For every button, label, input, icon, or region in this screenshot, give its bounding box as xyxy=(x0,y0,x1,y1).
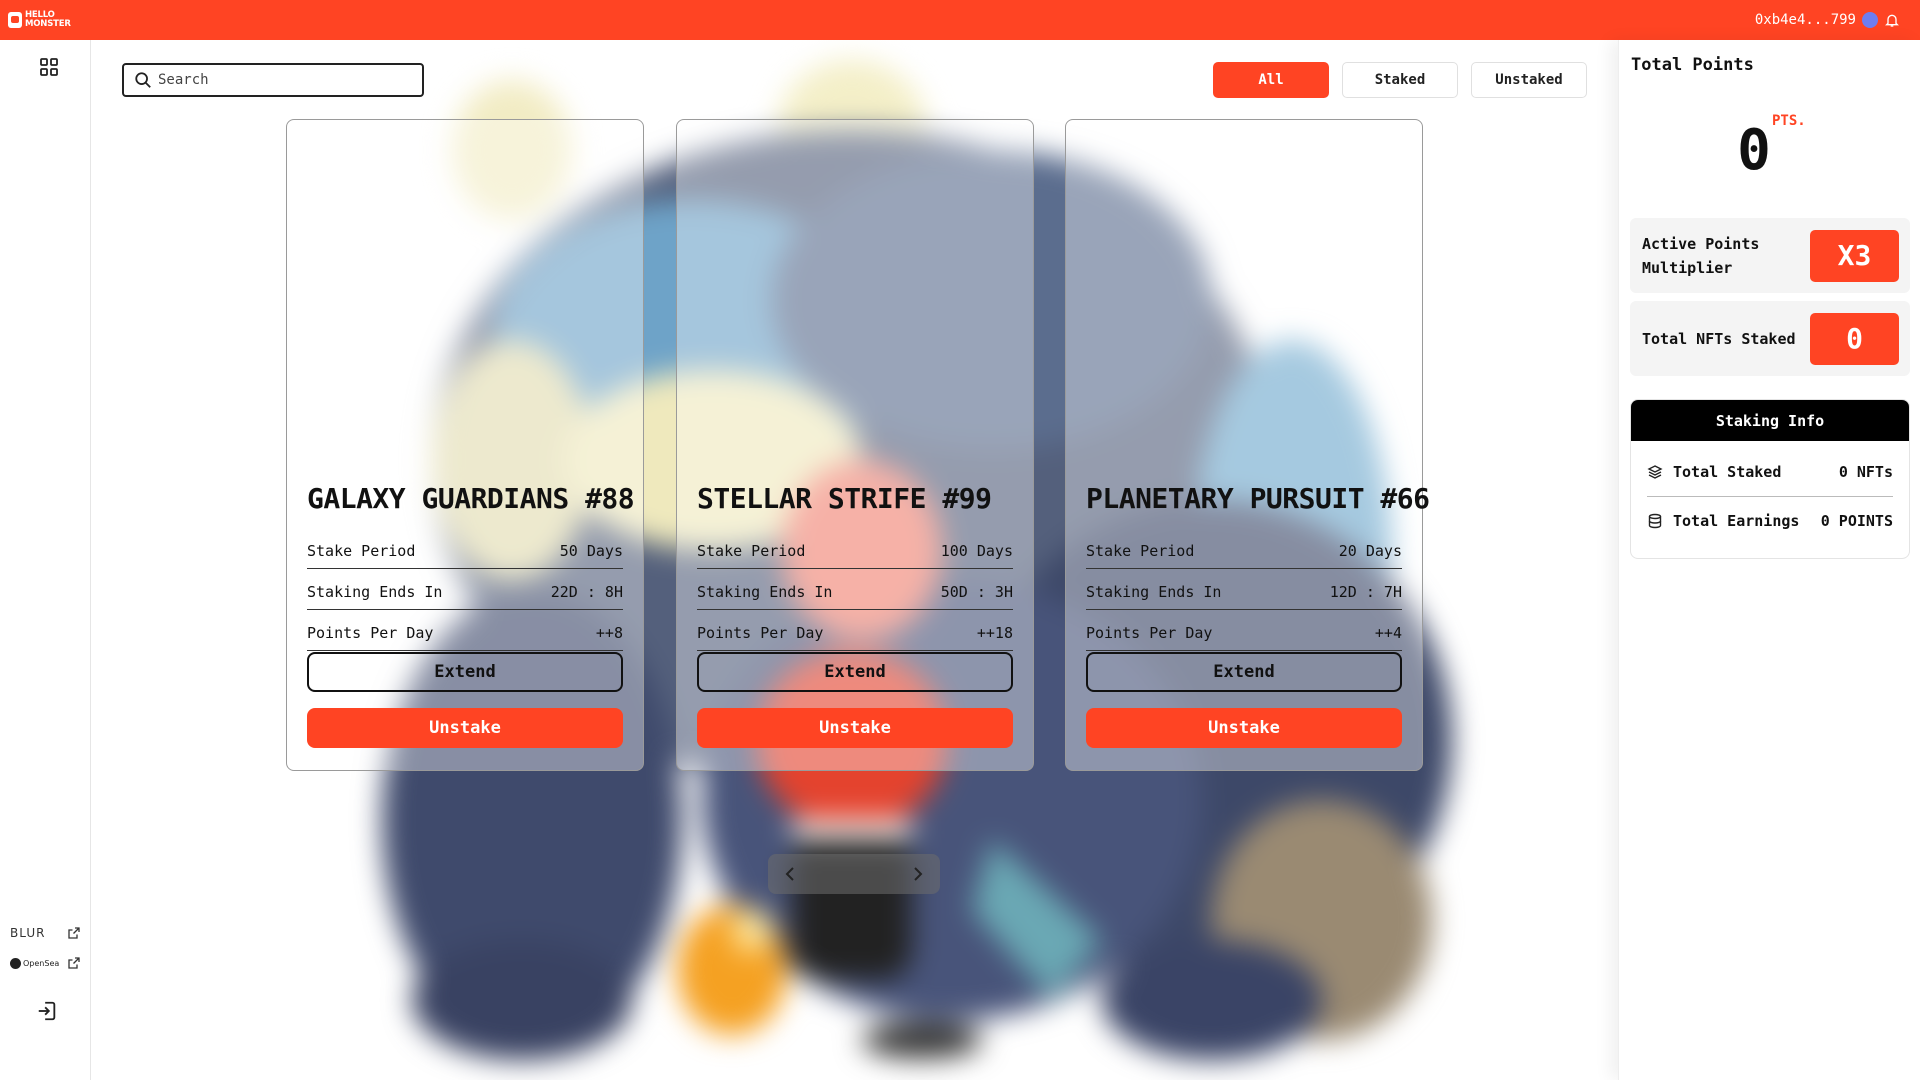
wallet-address[interactable]: 0xb4e4...799 xyxy=(1755,12,1856,28)
filter-unstaked-button[interactable]: Unstaked xyxy=(1471,62,1587,98)
card-row-points-per-day: Points Per Day ++18 xyxy=(697,610,1013,651)
brand-logo[interactable]: HELLO MONSTER xyxy=(8,6,78,34)
card-row-stake-period: Stake Period 100 Days xyxy=(697,528,1013,569)
database-icon xyxy=(1648,513,1662,529)
card-details: Stake Period 100 Days Staking Ends In 50D … xyxy=(697,528,1013,651)
main-content: All Staked Unstaked GALAXY GUARDIANS #88… xyxy=(92,40,1618,1080)
points-value: 0 xyxy=(1737,118,1771,183)
bell-icon[interactable] xyxy=(1884,12,1900,28)
total-earnings-label-group: Total Earnings xyxy=(1647,512,1799,530)
opensea-icon xyxy=(10,957,21,969)
nft-card: GALAXY GUARDIANS #88 Stake Period 50 Days… xyxy=(286,119,644,771)
card-row-points-per-day: Points Per Day ++8 xyxy=(307,610,623,651)
chevron-right-icon xyxy=(914,867,923,881)
chevron-left-icon xyxy=(785,867,794,881)
extend-button[interactable]: Extend xyxy=(307,652,623,692)
row-label: Stake Period xyxy=(1086,542,1195,560)
logo-line-2: MONSTER xyxy=(25,19,71,29)
row-value: 50 Days xyxy=(559,542,623,560)
nfts-staked-label: Total NFTs Staked xyxy=(1642,329,1796,348)
row-value: 22D : 8H xyxy=(550,583,623,601)
row-label: Stake Period xyxy=(697,542,806,560)
total-staked-row: Total Staked 0 NFTs xyxy=(1647,447,1893,496)
filter-group: All Staked Unstaked xyxy=(1213,62,1587,98)
card-title: STELLAR STRIFE #99 xyxy=(697,482,992,515)
nfts-staked-stat: Total NFTs Staked 0 xyxy=(1630,301,1910,376)
row-label: Staking Ends In xyxy=(1086,583,1222,601)
opensea-label: OpenSea xyxy=(10,957,60,969)
total-earnings-value: 0 POINTS xyxy=(1820,512,1893,530)
row-label: Points Per Day xyxy=(307,624,434,642)
layers-icon xyxy=(1647,464,1663,479)
unstake-button[interactable]: Unstake xyxy=(1086,708,1402,748)
total-staked-value: 0 NFTs xyxy=(1838,462,1893,481)
staking-info-box: Staking Info Total Staked 0 NFTs Total E… xyxy=(1630,399,1910,559)
pager-prev-button[interactable] xyxy=(780,864,800,884)
unstake-button[interactable]: Unstake xyxy=(307,708,623,748)
card-details: Stake Period 50 Days Staking Ends In 22D :… xyxy=(307,528,623,651)
logout-icon[interactable] xyxy=(36,1000,58,1022)
logo-text: HELLO MONSTER xyxy=(25,11,71,29)
filter-all-button[interactable]: All xyxy=(1213,62,1329,98)
card-row-staking-ends: Staking Ends In 50D : 3H xyxy=(697,569,1013,610)
total-staked-label: Total Staked xyxy=(1673,462,1782,481)
total-earnings-label: Total Earnings xyxy=(1673,512,1800,530)
multiplier-label: Active Points Multiplier xyxy=(1642,234,1760,277)
pager-next-button[interactable] xyxy=(908,864,928,884)
panel-title: Total Points xyxy=(1631,55,1754,75)
left-sidebar: BLUR OpenSea xyxy=(0,40,91,1080)
row-value: ++18 xyxy=(976,624,1013,642)
row-label: Points Per Day xyxy=(1086,624,1213,642)
external-link-icon xyxy=(68,957,80,969)
staking-info-title: Staking Info xyxy=(1631,400,1909,441)
search-input[interactable] xyxy=(158,72,408,88)
row-value: 50D : 3H xyxy=(940,583,1013,601)
card-row-staking-ends: Staking Ends In 22D : 8H xyxy=(307,569,623,610)
row-value: ++4 xyxy=(1374,624,1402,642)
row-value: 12D : 7H xyxy=(1329,583,1402,601)
top-bar: HELLO MONSTER 0xb4e4...799 xyxy=(0,0,1920,40)
multiplier-badge: X3 xyxy=(1810,229,1899,282)
unstake-button[interactable]: Unstake xyxy=(697,708,1013,748)
blur-link[interactable]: BLUR xyxy=(6,922,84,944)
nfts-staked-badge: 0 xyxy=(1810,312,1899,365)
extend-button[interactable]: Extend xyxy=(1086,652,1402,692)
external-link-icon xyxy=(68,927,80,939)
blur-label: BLUR xyxy=(10,926,46,940)
filter-staked-button[interactable]: Staked xyxy=(1342,62,1458,98)
opensea-link[interactable]: OpenSea xyxy=(6,952,84,974)
card-title: GALAXY GUARDIANS #88 xyxy=(307,482,635,515)
card-title: PLANETARY PURSUIT #66 xyxy=(1086,482,1430,515)
nft-card: STELLAR STRIFE #99 Stake Period 100 Days … xyxy=(676,119,1034,771)
row-value: 20 Days xyxy=(1338,542,1402,560)
row-label: Points Per Day xyxy=(697,624,824,642)
wallet-area: 0xb4e4...799 xyxy=(1755,0,1900,40)
nft-card: PLANETARY PURSUIT #66 Stake Period 20 Day… xyxy=(1065,119,1430,771)
staking-info-rows: Total Staked 0 NFTs Total Earnings 0 POI… xyxy=(1631,441,1909,545)
row-label: Stake Period xyxy=(307,542,416,560)
card-row-stake-period: Stake Period 20 Days xyxy=(1086,528,1402,569)
opensea-text: OpenSea xyxy=(23,958,60,968)
card-row-points-per-day: Points Per Day ++4 xyxy=(1086,610,1402,651)
wallet-avatar[interactable] xyxy=(1862,12,1878,28)
row-value: ++8 xyxy=(595,624,623,642)
carousel-pager xyxy=(768,854,940,894)
multiplier-stat: Active Points Multiplier X3 xyxy=(1630,218,1910,293)
card-details: Stake Period 20 Days Staking Ends In 12D :… xyxy=(1086,528,1402,651)
total-earnings-row: Total Earnings 0 POINTS xyxy=(1647,496,1893,545)
card-row-staking-ends: Staking Ends In 12D : 7H xyxy=(1086,569,1402,610)
logo-mark xyxy=(8,12,22,28)
row-label: Staking Ends In xyxy=(697,583,833,601)
points-panel: Total Points PTS. 0 Active Points Multip… xyxy=(1618,40,1920,1080)
grid-icon[interactable] xyxy=(39,57,59,77)
search-icon xyxy=(135,72,151,88)
row-label: Staking Ends In xyxy=(307,583,443,601)
search-box[interactable] xyxy=(122,63,424,97)
card-row-stake-period: Stake Period 50 Days xyxy=(307,528,623,569)
row-value: 100 Days xyxy=(940,542,1013,560)
total-staked-label-group: Total Staked xyxy=(1647,463,1781,481)
extend-button[interactable]: Extend xyxy=(697,652,1013,692)
